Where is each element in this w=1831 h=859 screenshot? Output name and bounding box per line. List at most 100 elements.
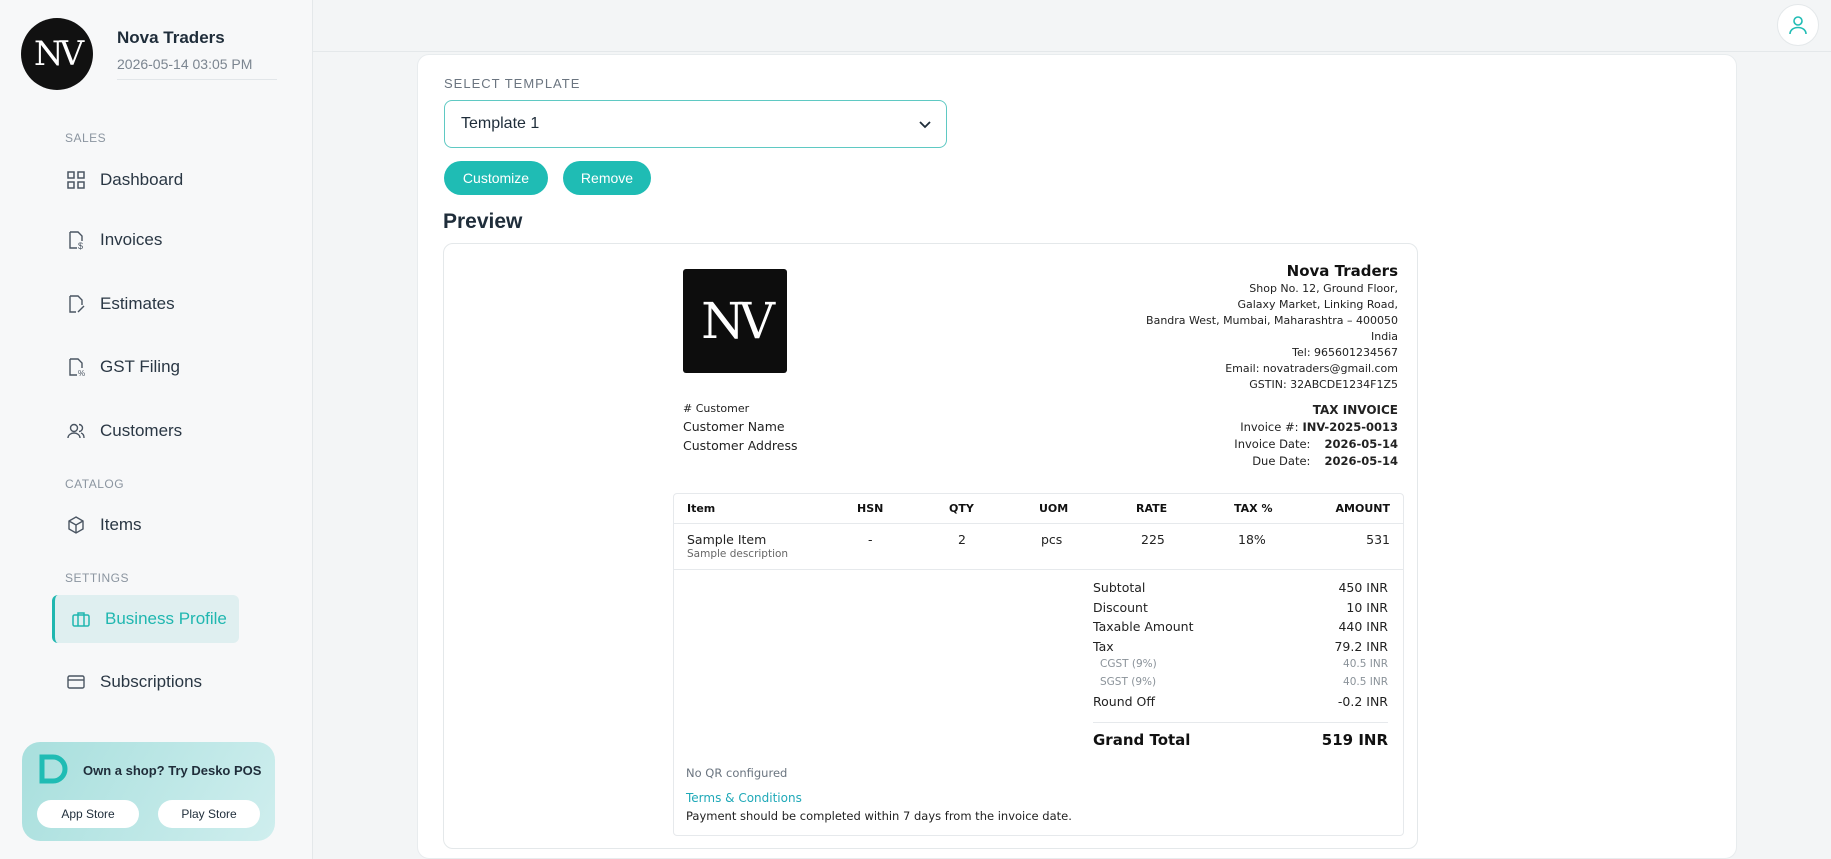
- totals-block: Subtotal 450 INR Discount 10 INR Taxable A…: [1093, 580, 1388, 749]
- invoice-logo-monogram: NV: [701, 292, 775, 350]
- invoice-number-row: Invoice #: INV-2025-0013: [1234, 419, 1398, 436]
- business-name: Nova Traders: [117, 28, 225, 47]
- sgst-row: SGST (9%) 40.5 INR: [1093, 676, 1388, 694]
- due-date-row: Due Date: 2026-05-14: [1234, 453, 1398, 470]
- tax-label: Tax: [1093, 638, 1114, 654]
- preview-title: Preview: [443, 210, 523, 233]
- sgst-value: 40.5 INR: [1343, 676, 1388, 688]
- chevron-down-icon: [919, 121, 931, 129]
- company-tel: Tel: 965601234567: [1292, 346, 1398, 359]
- gst-percent-icon: %: [69, 358, 85, 377]
- tax-row: Tax 79.2 INR: [1093, 639, 1388, 659]
- promo-card: Own a shop? Try Desko POS App Store Play…: [22, 742, 275, 841]
- section-label-sales: SALES: [65, 131, 107, 145]
- play-store-button[interactable]: Play Store: [158, 800, 260, 828]
- sidebar-item-label: Customers: [100, 421, 183, 440]
- logo-monogram: NV: [33, 34, 84, 74]
- svg-text:%: %: [78, 369, 85, 377]
- template-select[interactable]: Template 1: [444, 100, 947, 148]
- template-select-value: Template 1: [461, 115, 540, 132]
- subtotal-value: 450 INR: [1338, 580, 1388, 595]
- section-label-catalog: CATALOG: [65, 477, 125, 491]
- item-amount: 531: [1366, 532, 1390, 547]
- user-menu-button[interactable]: [1777, 4, 1819, 46]
- roundoff-row: Round Off -0.2 INR: [1093, 694, 1388, 714]
- invoice-date-row: Invoice Date: 2026-05-14: [1234, 436, 1398, 453]
- cgst-row: CGST (9%) 40.5 INR: [1093, 658, 1388, 676]
- address-line: India: [1371, 330, 1398, 343]
- sidebar-item-subscriptions[interactable]: Subscriptions: [52, 658, 202, 706]
- remove-button[interactable]: Remove: [563, 161, 651, 195]
- discount-label: Discount: [1093, 599, 1148, 615]
- promo-text: Own a shop? Try Desko POS: [83, 763, 262, 778]
- item-uom: pcs: [1041, 532, 1063, 547]
- address-line: Galaxy Market, Linking Road,: [1237, 298, 1398, 311]
- terms-link[interactable]: Terms & Conditions: [686, 791, 802, 805]
- item-description: Sample description: [687, 548, 789, 560]
- col-tax: TAX %: [1234, 502, 1273, 515]
- brand: NV Nova Traders 2026-05-14 03:05 PM: [21, 18, 277, 90]
- app-store-button[interactable]: App Store: [37, 800, 139, 828]
- svg-text:$: $: [78, 241, 83, 250]
- invoice-meta: TAX INVOICE Invoice #: INV-2025-0013 Inv…: [1234, 401, 1398, 470]
- invoice-logo: NV: [683, 269, 787, 373]
- company-name: Nova Traders: [1286, 262, 1398, 280]
- invoice-number-label: Invoice #:: [1240, 420, 1299, 434]
- invoice-preview: NV Nova Traders Shop No. 12, Ground Floo…: [443, 243, 1418, 849]
- terms-text: Payment should be completed within 7 day…: [686, 809, 1072, 823]
- roundoff-value: -0.2 INR: [1337, 694, 1388, 709]
- subtotal-label: Subtotal: [1093, 580, 1146, 595]
- invoice-dollar-icon: $: [69, 231, 83, 250]
- item-rate: 225: [1141, 532, 1165, 547]
- sidebar-item-customers[interactable]: Customers: [52, 407, 182, 455]
- business-logo: NV: [21, 18, 93, 90]
- top-bar: [313, 0, 1831, 52]
- taxable-row: Taxable Amount 440 INR: [1093, 619, 1388, 639]
- customer-name: Customer Name: [683, 419, 785, 434]
- company-details: Nova Traders Shop No. 12, Ground Floor, …: [1146, 261, 1398, 393]
- desko-logo-icon: [39, 754, 68, 784]
- invoice-number: INV-2025-0013: [1302, 420, 1398, 434]
- sidebar: NV Nova Traders 2026-05-14 03:05 PM SALE…: [0, 0, 313, 859]
- select-template-label: SELECT TEMPLATE: [444, 76, 581, 91]
- customer-heading: # Customer: [683, 402, 750, 415]
- template-card: SELECT TEMPLATE Template 1 Customize Rem…: [417, 54, 1737, 859]
- sidebar-item-label: Business Profile: [105, 609, 227, 628]
- item-name: Sample Item: [687, 532, 767, 547]
- grand-total-value: 519 INR: [1321, 730, 1388, 749]
- col-qty: QTY: [949, 502, 974, 515]
- cgst-label: CGST (9%): [1100, 658, 1157, 670]
- col-hsn: HSN: [857, 502, 884, 515]
- sidebar-item-dashboard[interactable]: Dashboard: [52, 156, 183, 204]
- col-amount: AMOUNT: [1335, 502, 1390, 515]
- estimate-pen-icon: [69, 295, 85, 313]
- sidebar-item-invoices[interactable]: $ Invoices: [52, 216, 162, 264]
- items-table: Item HSN QTY UOM RATE TAX % AMOUNT Sampl…: [673, 493, 1404, 836]
- discount-value: 10 INR: [1346, 599, 1388, 615]
- sidebar-item-items[interactable]: Items: [52, 501, 142, 549]
- grid-icon: [67, 171, 85, 189]
- invoice-title: TAX INVOICE: [1312, 403, 1398, 417]
- discount-row: Discount 10 INR: [1093, 600, 1388, 620]
- company-gstin: GSTIN: 32ABCDE1234F1Z5: [1249, 378, 1398, 391]
- sidebar-item-estimates[interactable]: Estimates: [52, 280, 175, 328]
- sidebar-item-label: Items: [100, 515, 142, 534]
- due-date: 2026-05-14: [1324, 454, 1398, 468]
- briefcase-icon: [72, 612, 90, 627]
- sidebar-item-label: GST Filing: [100, 357, 180, 376]
- sidebar-item-label: Invoices: [100, 230, 163, 249]
- invoice-date: 2026-05-14: [1324, 437, 1398, 451]
- table-header: Item HSN QTY UOM RATE TAX % AMOUNT: [674, 494, 1403, 524]
- current-datetime: 2026-05-14 03:05 PM: [117, 56, 277, 80]
- cgst-value: 40.5 INR: [1343, 658, 1388, 670]
- item-tax: 18%: [1238, 532, 1266, 547]
- item-hsn: -: [868, 532, 873, 547]
- sidebar-item-label: Estimates: [100, 294, 175, 313]
- sidebar-item-gst-filing[interactable]: % GST Filing: [52, 343, 180, 391]
- sidebar-item-business-profile[interactable]: Business Profile: [52, 595, 239, 643]
- address-line: Shop No. 12, Ground Floor,: [1249, 282, 1398, 295]
- customize-button[interactable]: Customize: [444, 161, 548, 195]
- invoice-date-label: Invoice Date:: [1234, 437, 1311, 451]
- user-icon: [1789, 16, 1807, 35]
- col-item: Item: [687, 502, 716, 515]
